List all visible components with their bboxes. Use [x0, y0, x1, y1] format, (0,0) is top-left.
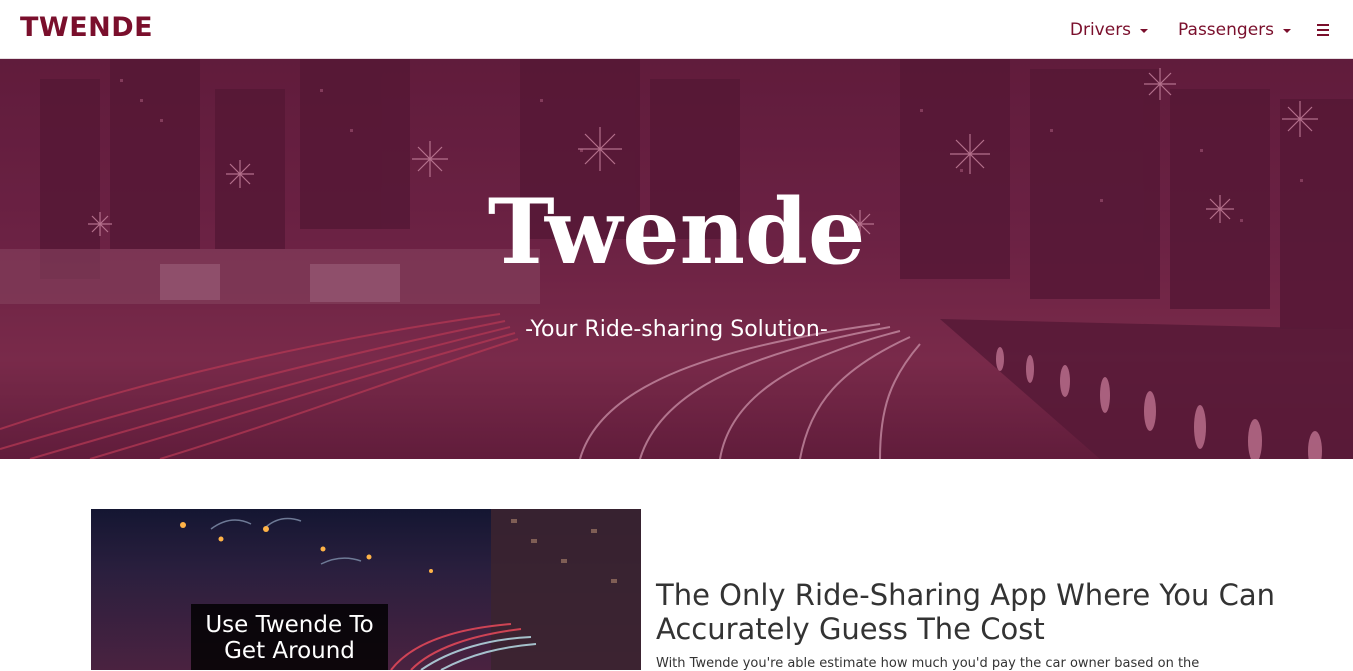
feature-heading: The Only Ride-Sharing App Where You Can … [656, 578, 1275, 646]
nav-dropdown-passengers[interactable]: Passengers [1178, 20, 1291, 40]
feature-image: Use Twende To Get Around [91, 509, 641, 670]
nav-passengers-label: Passengers [1178, 19, 1274, 40]
hero-banner: Twende -Your Ride-sharing Solution- [0, 59, 1353, 459]
hero-subtitle: -Your Ride-sharing Solution- [525, 317, 828, 342]
caret-down-icon [1140, 28, 1149, 33]
nav-dropdown-drivers[interactable]: Drivers [1069, 19, 1149, 40]
caret-down-icon [1283, 28, 1291, 33]
feature-description: With Twende you're able estimate how muc… [656, 656, 1200, 671]
nav-drivers-label: Drivers [1069, 19, 1132, 40]
nav-menu: Drivers Passengers [1070, 0, 1329, 59]
image-caption: Use Twende To Get Around [191, 604, 388, 670]
hero-title: Twende [487, 179, 866, 285]
hamburger-icon[interactable] [1317, 23, 1329, 36]
top-navbar: TWENDE Drivers Passengers [0, 0, 1353, 59]
brand-logo[interactable]: TWENDE [20, 12, 153, 43]
